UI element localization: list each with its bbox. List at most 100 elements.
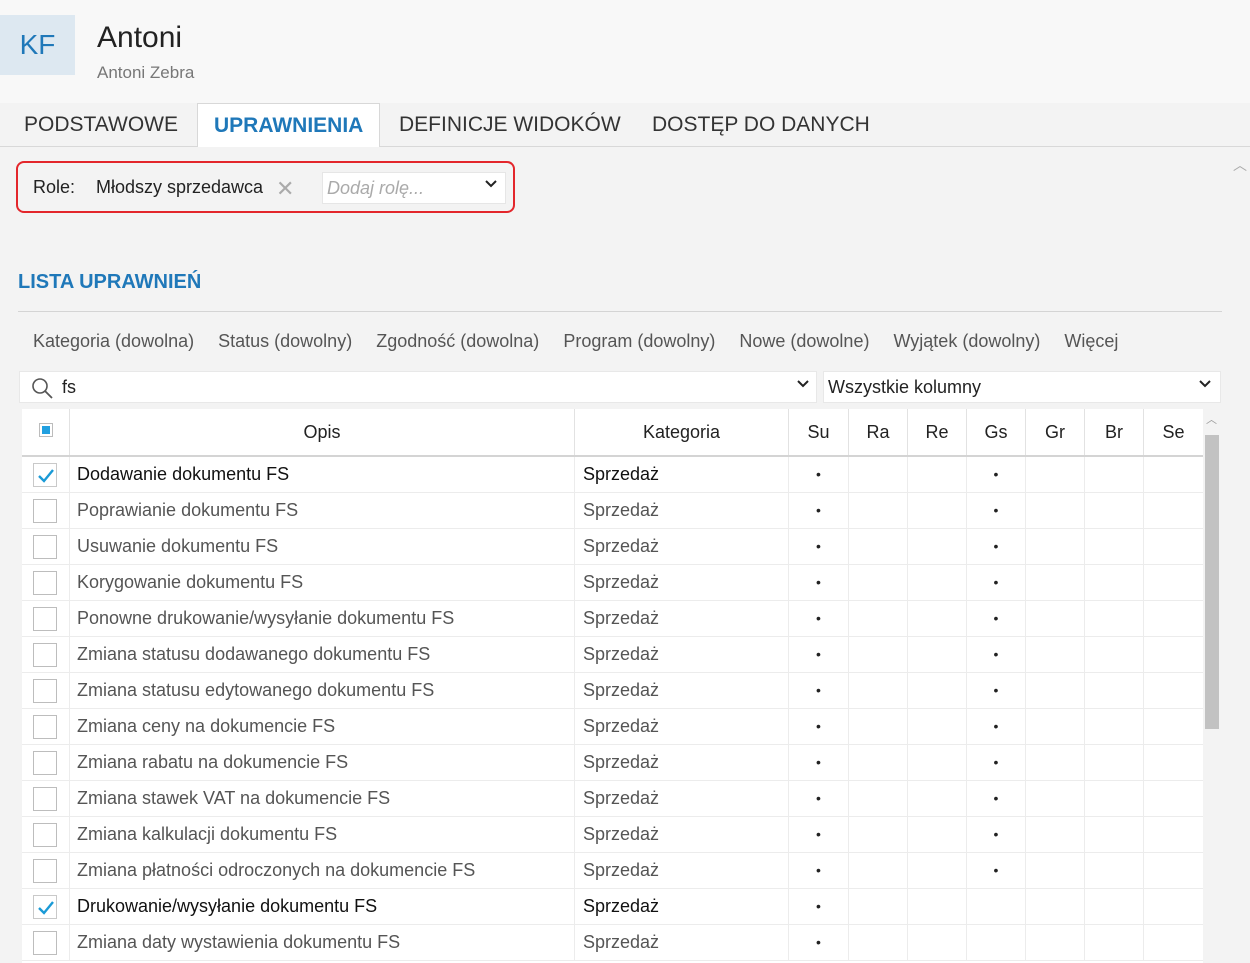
row-flag-ra [849, 601, 908, 636]
table-row[interactable]: Zmiana statusu dodawanego dokumentu FS Sp… [22, 637, 1203, 673]
filter-zgodnosc[interactable]: Zgodność (dowolna) [376, 331, 539, 352]
row-checkbox[interactable] [33, 499, 57, 523]
table-row[interactable]: Zmiana rabatu na dokumencie FS Sprzedaż • • [22, 745, 1203, 781]
row-checkbox[interactable] [33, 715, 57, 739]
row-opis: Zmiana płatności odroczonych na dokumenc… [70, 853, 575, 888]
chevron-down-icon[interactable] [484, 177, 498, 196]
column-header-opis[interactable]: Opis [70, 409, 575, 455]
table-row[interactable]: Poprawianie dokumentu FS Sprzedaż • • [22, 493, 1203, 529]
table-row[interactable]: Zmiana daty wystawienia dokumentu FS Sprz… [22, 925, 1203, 961]
row-checkbox-cell [22, 529, 70, 564]
table-row[interactable]: Ponowne drukowanie/wysyłanie dokumentu F… [22, 601, 1203, 637]
table-row[interactable]: Zmiana ceny na dokumencie FS Sprzedaż • • [22, 709, 1203, 745]
row-flag-se [1144, 637, 1203, 672]
row-flag-se [1144, 781, 1203, 816]
search-input[interactable]: fs [19, 371, 817, 403]
row-flag-gs: • [967, 853, 1026, 888]
row-flag-ra [849, 673, 908, 708]
table-row[interactable]: Zmiana kalkulacji dokumentu FS Sprzedaż • • [22, 817, 1203, 853]
row-flag-gr [1026, 889, 1085, 924]
table-row[interactable]: Zmiana stawek VAT na dokumencie FS Sprzed… [22, 781, 1203, 817]
row-flag-re [908, 745, 967, 780]
filter-wyjatek[interactable]: Wyjątek (dowolny) [893, 331, 1040, 352]
row-kategoria: Sprzedaż [575, 709, 789, 744]
row-checkbox[interactable] [33, 607, 57, 631]
add-role-select[interactable]: Dodaj rolę... [322, 172, 506, 204]
column-header-gr[interactable]: Gr [1026, 409, 1085, 455]
row-flag-re [908, 601, 967, 636]
tab-definicje-widokow[interactable]: DEFINICJE WIDOKÓW [383, 103, 637, 147]
row-flag-re [908, 817, 967, 852]
table-row[interactable]: Dodawanie dokumentu FS Sprzedaż • • [22, 457, 1203, 493]
scroll-up-icon[interactable]: ︿ [1206, 411, 1217, 427]
row-checkbox[interactable] [33, 751, 57, 775]
scroll-up-icon[interactable]: ︿ [1233, 155, 1247, 175]
row-checkbox[interactable] [33, 931, 57, 955]
filter-kategoria[interactable]: Kategoria (dowolna) [33, 331, 194, 352]
column-header-re[interactable]: Re [908, 409, 967, 455]
tab-podstawowe[interactable]: PODSTAWOWE [8, 103, 194, 147]
column-header-ra[interactable]: Ra [849, 409, 908, 455]
filter-nowe[interactable]: Nowe (dowolne) [739, 331, 869, 352]
row-opis: Zmiana rabatu na dokumencie FS [70, 745, 575, 780]
row-flag-se [1144, 565, 1203, 600]
row-flag-re [908, 565, 967, 600]
row-flag-su: • [789, 529, 849, 564]
select-all-cell [22, 409, 70, 455]
tab-uprawnienia[interactable]: UPRAWNIENIA [197, 103, 381, 148]
column-header-se[interactable]: Se [1144, 409, 1203, 455]
table-row[interactable]: Usuwanie dokumentu FS Sprzedaż • • [22, 529, 1203, 565]
row-checkbox-cell [22, 493, 70, 528]
row-flag-gr [1026, 673, 1085, 708]
column-header-br[interactable]: Br [1085, 409, 1144, 455]
row-checkbox[interactable] [33, 895, 57, 919]
row-checkbox[interactable] [33, 571, 57, 595]
row-opis: Zmiana kalkulacji dokumentu FS [70, 817, 575, 852]
row-flag-gs [967, 925, 1026, 960]
row-opis: Ponowne drukowanie/wysyłanie dokumentu F… [70, 601, 575, 636]
table-row[interactable]: Drukowanie/wysyłanie dokumentu FS Sprzeda… [22, 889, 1203, 925]
row-flag-ra [849, 745, 908, 780]
row-opis: Dodawanie dokumentu FS [70, 457, 575, 492]
row-opis: Zmiana ceny na dokumencie FS [70, 709, 575, 744]
filter-program[interactable]: Program (dowolny) [563, 331, 715, 352]
select-all-checkbox[interactable] [39, 423, 53, 437]
column-header-gs[interactable]: Gs [967, 409, 1026, 455]
content-panel: ︿ Role: Młodszy sprzedawca ✕ Dodaj rolę.… [0, 147, 1250, 963]
table-scrollbar[interactable]: ︿ [1203, 409, 1221, 963]
row-flag-su: • [789, 565, 849, 600]
row-checkbox[interactable] [33, 823, 57, 847]
user-header: KF Antoni Antoni Zebra [0, 0, 1250, 103]
row-checkbox[interactable] [33, 679, 57, 703]
row-flag-su: • [789, 457, 849, 492]
row-checkbox[interactable] [33, 859, 57, 883]
row-flag-su: • [789, 889, 849, 924]
row-flag-br [1085, 817, 1144, 852]
row-flag-se [1144, 817, 1203, 852]
row-flag-gr [1026, 709, 1085, 744]
row-flag-se [1144, 709, 1203, 744]
row-checkbox[interactable] [33, 787, 57, 811]
table-row[interactable]: Zmiana płatności odroczonych na dokumenc… [22, 853, 1203, 889]
row-checkbox[interactable] [33, 643, 57, 667]
row-checkbox[interactable] [33, 463, 57, 487]
scrollbar-thumb[interactable] [1205, 435, 1219, 729]
filter-wiecej[interactable]: Więcej [1064, 331, 1118, 352]
row-checkbox-cell [22, 817, 70, 852]
chevron-down-icon[interactable] [796, 377, 810, 396]
row-flag-re [908, 637, 967, 672]
row-flag-gs: • [967, 457, 1026, 492]
chevron-down-icon[interactable] [1198, 377, 1212, 396]
close-icon[interactable]: ✕ [276, 176, 294, 202]
columns-select[interactable]: Wszystkie kolumny [823, 371, 1221, 403]
table-row[interactable]: Zmiana statusu edytowanego dokumentu FS S… [22, 673, 1203, 709]
column-header-su[interactable]: Su [789, 409, 849, 455]
row-checkbox[interactable] [33, 535, 57, 559]
row-opis: Drukowanie/wysyłanie dokumentu FS [70, 889, 575, 924]
row-flag-br [1085, 637, 1144, 672]
row-flag-br [1085, 889, 1144, 924]
tab-dostep-do-danych[interactable]: DOSTĘP DO DANYCH [636, 103, 886, 147]
filter-status[interactable]: Status (dowolny) [218, 331, 352, 352]
column-header-kategoria[interactable]: Kategoria [575, 409, 789, 455]
table-row[interactable]: Korygowanie dokumentu FS Sprzedaż • • [22, 565, 1203, 601]
